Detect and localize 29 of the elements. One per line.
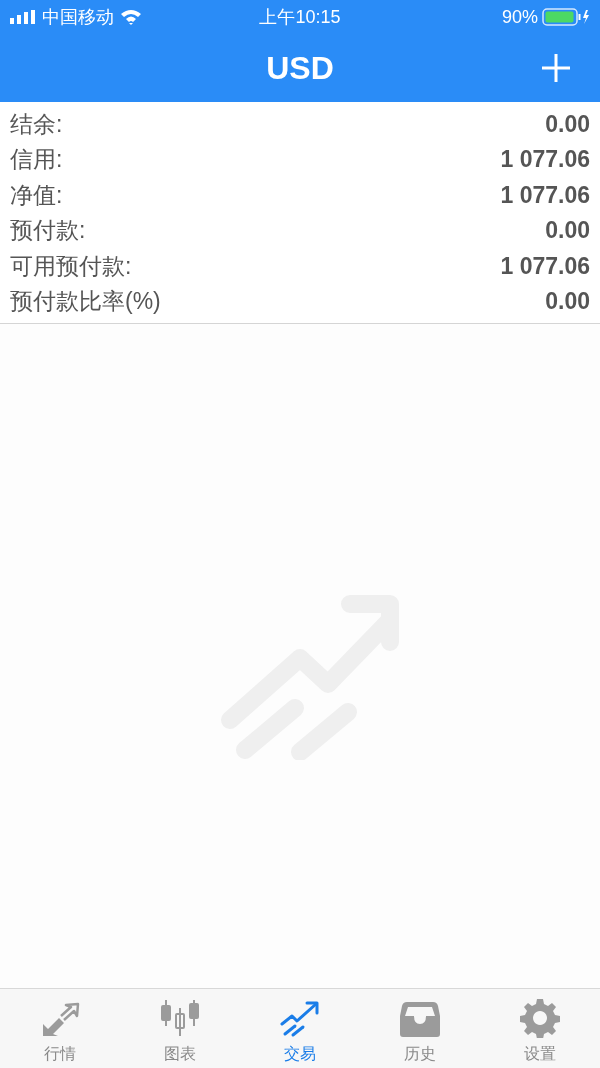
settings-gear-icon bbox=[520, 998, 560, 1038]
summary-label: 预付款: bbox=[10, 216, 86, 245]
carrier-name: 中国移动 bbox=[42, 5, 114, 29]
plus-icon bbox=[540, 52, 572, 84]
tab-bar-item[interactable]: 交易 bbox=[240, 989, 360, 1068]
battery-percent: 90% bbox=[501, 5, 538, 29]
summary-value: 1 077.06 bbox=[500, 180, 590, 210]
status-time: 上午10:15 bbox=[258, 5, 342, 29]
summary-value: 1 077.06 bbox=[500, 251, 590, 281]
summary-value: 0.00 bbox=[545, 216, 590, 245]
summary-value: 0.00 bbox=[545, 109, 590, 139]
summary-label: 信用: bbox=[10, 145, 63, 174]
summary-value: 0.00 bbox=[545, 287, 590, 316]
summary-value: 1 077.06 bbox=[500, 145, 590, 174]
summary-label: 可用预付款: bbox=[10, 251, 132, 281]
wifi-icon bbox=[120, 9, 142, 25]
summary-label: 结余: bbox=[10, 109, 63, 139]
inbox-tray-icon bbox=[399, 1000, 441, 1038]
summary-label: 净值: bbox=[10, 180, 63, 210]
candlestick-icon bbox=[159, 998, 201, 1038]
tab-bar-item[interactable]: 历史 bbox=[360, 989, 480, 1068]
tab-bar-item[interactable]: 设置 bbox=[480, 989, 600, 1068]
signal-icon bbox=[10, 10, 36, 24]
battery-charging-icon bbox=[542, 8, 590, 26]
trend-arrow-icon bbox=[279, 1000, 321, 1038]
tab-bar-item[interactable]: 图表 bbox=[120, 989, 240, 1068]
screen-title: USD bbox=[266, 49, 334, 88]
tab-bar-item[interactable]: 行情 bbox=[0, 989, 120, 1068]
summary-label: 预付款比率(%) bbox=[10, 287, 161, 316]
